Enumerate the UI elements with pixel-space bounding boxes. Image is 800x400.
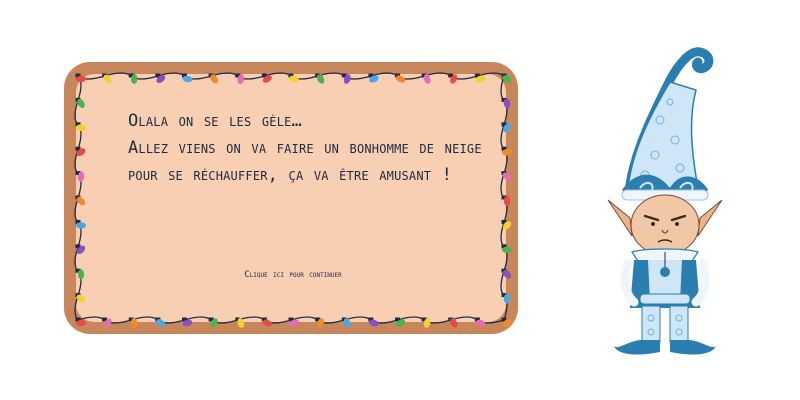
light-bulb — [501, 146, 512, 156]
light-bulb — [501, 97, 511, 109]
continue-link[interactable]: Clique ici pour continuer — [238, 270, 348, 280]
dialogue-text: Olala on se les gèle… Allez viens on va … — [128, 108, 498, 189]
light-bulb — [288, 73, 299, 83]
light-bulb — [315, 317, 325, 328]
light-bulb — [448, 317, 458, 328]
dialogue-line-3: pour se réchauffer, ça va être amusant ! — [128, 165, 453, 185]
light-bulb — [501, 293, 511, 304]
light-bulb — [155, 317, 166, 327]
light-bulb — [501, 73, 512, 83]
light-bulb — [128, 317, 138, 328]
light-bulb — [75, 219, 86, 229]
dialogue-line-2: Allez viens on va faire un bonhomme de n… — [128, 138, 482, 158]
dialogue-line-1: Olala on se les gèle… — [128, 111, 302, 131]
light-bulb — [128, 73, 138, 84]
light-bulb — [75, 268, 85, 280]
elf-character — [607, 47, 723, 355]
light-bulb — [421, 317, 431, 328]
light-bulb — [75, 171, 85, 182]
light-bulb — [341, 73, 351, 84]
light-bulb — [395, 73, 406, 83]
light-bulb — [474, 317, 486, 327]
light-bulb — [501, 195, 511, 206]
light-bulb — [182, 73, 193, 83]
string-lights-garland — [74, 72, 512, 328]
dialogue-card — [64, 62, 518, 334]
light-bulb — [261, 317, 273, 327]
light-bulb — [75, 73, 86, 83]
light-bulb — [501, 317, 512, 327]
light-bulb — [75, 122, 86, 132]
light-bulb — [368, 317, 379, 327]
light-bulb — [501, 244, 512, 254]
light-bulb — [235, 73, 245, 84]
